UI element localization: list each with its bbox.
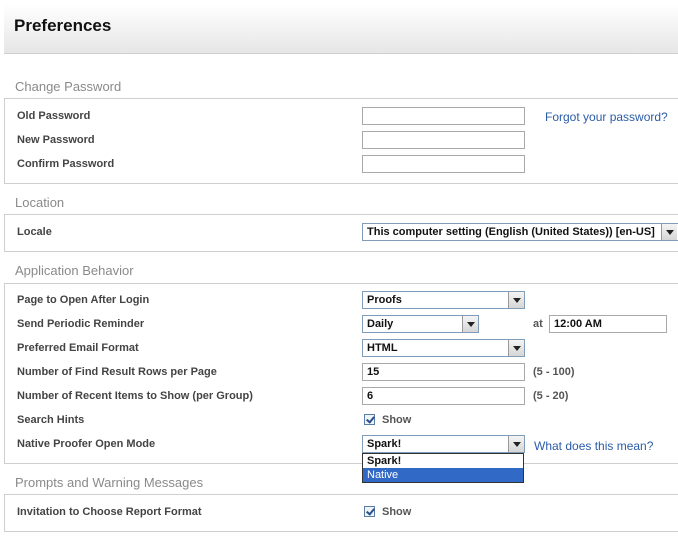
recent-items-range: (5 - 20): [533, 390, 569, 402]
find-rows-range: (5 - 100): [533, 366, 575, 378]
proofer-mode-label: Native Proofer Open Mode: [17, 438, 156, 450]
confirm-password-label: Confirm Password: [17, 158, 115, 170]
search-hints-checkbox[interactable]: [364, 414, 375, 425]
page-open-select-value: Proofs: [367, 294, 402, 306]
section-title-prompts: Prompts and Warning Messages: [15, 475, 204, 490]
email-format-select[interactable]: HTML: [362, 339, 525, 357]
old-password-label: Old Password: [17, 110, 91, 122]
locale-select[interactable]: This computer setting (English (United S…: [362, 223, 678, 241]
section-title-application-behavior: Application Behavior: [15, 263, 134, 278]
recent-items-label: Number of Recent Items to Show (per Grou…: [17, 390, 253, 402]
proofer-mode-select-value: Spark!: [367, 438, 402, 450]
find-rows-input[interactable]: 15: [362, 363, 525, 381]
page-open-select[interactable]: Proofs: [362, 291, 525, 309]
recent-items-input[interactable]: 6: [362, 387, 525, 405]
invitation-checkbox-label[interactable]: Show: [382, 506, 411, 518]
page-open-label: Page to Open After Login: [17, 294, 150, 306]
find-rows-label: Number of Find Result Rows per Page: [17, 366, 217, 378]
chevron-down-icon[interactable]: [661, 224, 677, 240]
dropdown-option-spark[interactable]: Spark!: [363, 454, 523, 468]
dropdown-option-native[interactable]: Native: [363, 468, 523, 482]
forgot-password-link[interactable]: Forgot your password?: [545, 110, 668, 124]
reminder-select[interactable]: Daily: [362, 315, 479, 333]
new-password-input[interactable]: [362, 131, 525, 149]
what-does-this-mean-link[interactable]: What does this mean?: [534, 439, 653, 453]
chevron-down-icon[interactable]: [508, 340, 524, 356]
invitation-label: Invitation to Choose Report Format: [17, 506, 202, 518]
chevron-down-icon[interactable]: [508, 292, 524, 308]
page-title: Preferences: [14, 16, 112, 35]
chevron-down-icon[interactable]: [508, 436, 524, 452]
section-title-location: Location: [15, 195, 65, 210]
reminder-time-input[interactable]: 12:00 AM: [549, 315, 667, 333]
confirm-password-input[interactable]: [362, 155, 525, 173]
search-hints-label: Search Hints: [17, 414, 85, 426]
locale-select-value: This computer setting (English (United S…: [367, 226, 655, 238]
page-header: Preferences: [4, 4, 678, 54]
old-password-input[interactable]: [362, 107, 525, 125]
chevron-down-icon[interactable]: [462, 316, 478, 332]
search-hints-checkbox-label[interactable]: Show: [382, 414, 411, 426]
email-format-label: Preferred Email Format: [17, 342, 139, 354]
section-title-change-password: Change Password: [15, 79, 122, 94]
invitation-checkbox[interactable]: [364, 506, 375, 517]
locale-label: Locale: [17, 226, 52, 238]
proofer-mode-dropdown-list: Spark! Native: [362, 453, 524, 483]
at-label: at: [533, 318, 543, 330]
new-password-label: New Password: [17, 134, 95, 146]
reminder-select-value: Daily: [367, 318, 394, 330]
reminder-label: Send Periodic Reminder: [17, 318, 145, 330]
proofer-mode-select[interactable]: Spark!: [362, 435, 525, 453]
email-format-select-value: HTML: [367, 342, 398, 354]
